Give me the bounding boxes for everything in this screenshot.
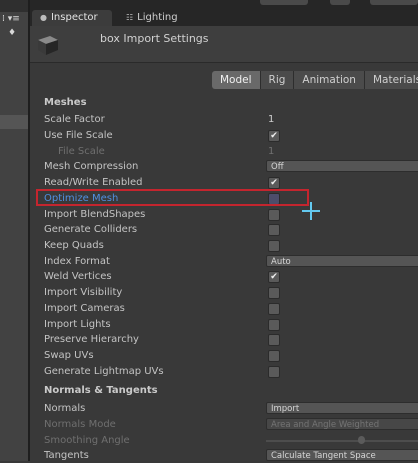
meshes-section: Meshes [44,95,418,110]
index-format-dropdown[interactable]: Auto [266,255,418,267]
read-write-enabled-row: Read/Write Enabled ✔ [44,175,418,190]
weld-vertices-row: Weld Vertices ✔ [44,269,418,284]
tab-lighting[interactable]: ☷ Lighting [118,10,198,26]
crosshair-cursor-icon-h [302,210,320,212]
import-tabs: Model Rig Animation Materials [212,71,418,89]
preserve-hierarchy-label: Preserve Hierarchy [44,334,139,345]
info-icon: ● [40,13,47,22]
file-scale-row: File Scale 1 [44,144,418,159]
normals-row: Normals Import [44,401,418,416]
tag-icon: ♦ [8,28,17,38]
toolbar-button[interactable] [260,0,308,5]
generate-lightmap-uvs-row: Generate Lightmap UVs [44,364,418,379]
toolbar-button[interactable] [330,0,350,5]
import-visibility-row: Import Visibility [44,285,418,300]
tab-inspector[interactable]: ● Inspector [32,10,112,26]
weld-vertices-label: Weld Vertices [44,271,112,282]
file-scale-label: File Scale [58,146,105,157]
generate-colliders-label: Generate Colliders [44,224,138,235]
normals-tangents-heading: Normals & Tangents [44,385,158,396]
normals-mode-dropdown: Area and Angle Weighted [266,418,418,430]
import-lights-checkbox[interactable] [268,319,280,331]
preserve-hierarchy-checkbox[interactable] [268,334,280,346]
index-format-label: Index Format [44,256,110,267]
import-cameras-label: Import Cameras [44,303,125,314]
tab-lighting-label: Lighting [137,12,178,23]
import-blendshapes-row: Import BlendShapes [44,207,418,222]
highlight-annotation-box [36,189,309,206]
tab-animation[interactable]: Animation [294,71,365,89]
import-settings-header: box Import Settings [30,26,418,63]
use-file-scale-label: Use File Scale [44,130,113,141]
use-file-scale-checkbox[interactable]: ✔ [268,130,280,142]
import-visibility-label: Import Visibility [44,287,123,298]
preserve-hierarchy-row: Preserve Hierarchy [44,332,418,347]
file-scale-field: 1 [268,146,275,157]
smoothing-angle-label: Smoothing Angle [44,435,130,446]
read-write-enabled-label: Read/Write Enabled [44,177,143,188]
scale-factor-row: Scale Factor 1 [44,112,418,127]
import-cameras-checkbox[interactable] [268,303,280,315]
swap-uvs-checkbox[interactable] [268,350,280,362]
smoothing-angle-slider-knob [358,436,365,444]
read-write-enabled-checkbox[interactable]: ✔ [268,177,280,189]
page-title: box Import Settings [100,32,209,45]
mesh-compression-dropdown[interactable]: Off [266,160,418,172]
keep-quads-row: Keep Quads [44,238,418,253]
normals-mode-label: Normals Mode [44,419,116,430]
import-visibility-checkbox[interactable] [268,287,280,299]
smoothing-angle-row: Smoothing Angle [44,433,418,448]
normals-dropdown[interactable]: Import [266,402,418,414]
tab-rig[interactable]: Rig [260,71,295,89]
tab-bar: ● Inspector ☷ Lighting [30,0,418,26]
normals-label: Normals [44,403,86,414]
import-lights-label: Import Lights [44,319,111,330]
keep-quads-label: Keep Quads [44,240,104,251]
normals-tangents-section: Normals & Tangents [44,383,418,398]
mesh-compression-label: Mesh Compression [44,161,139,172]
tab-model[interactable]: Model [212,71,261,89]
tab-materials[interactable]: Materials [364,71,418,89]
mesh-compression-row: Mesh Compression Off [44,159,418,174]
import-lights-row: Import Lights [44,317,418,332]
generate-colliders-row: Generate Colliders [44,222,418,237]
normals-mode-row: Normals Mode Area and Angle Weighted [44,417,418,432]
smoothing-angle-slider-track [266,440,418,442]
hierarchy-panel-strip: ⁞ ▾≡ ♦ [0,0,28,461]
mesh-asset-icon [38,36,58,55]
meshes-heading: Meshes [44,97,87,108]
scale-factor-field[interactable]: 1 [268,112,274,127]
generate-lightmap-uvs-label: Generate Lightmap UVs [44,366,164,377]
panel-menu-icon[interactable]: ⁞ ▾≡ [2,14,20,24]
hierarchy-selected-row[interactable] [0,115,28,129]
import-blendshapes-checkbox[interactable] [268,209,280,221]
keep-quads-checkbox[interactable] [268,240,280,252]
import-cameras-row: Import Cameras [44,301,418,316]
generate-lightmap-uvs-checkbox[interactable] [268,366,280,378]
swap-uvs-label: Swap UVs [44,350,94,361]
import-blendshapes-label: Import BlendShapes [44,209,146,220]
tab-inspector-label: Inspector [50,12,98,23]
toolbar-button[interactable] [370,0,418,5]
generate-colliders-checkbox[interactable] [268,224,280,236]
hierarchy-panel-top [0,0,28,12]
use-file-scale-row: Use File Scale ✔ [44,128,418,143]
scale-factor-label: Scale Factor [44,114,105,125]
tangents-dropdown[interactable]: Calculate Tangent Space [266,449,418,461]
index-format-row: Index Format Auto [44,254,418,269]
swap-uvs-row: Swap UVs [44,348,418,363]
weld-vertices-checkbox[interactable]: ✔ [268,271,280,283]
lighting-icon: ☷ [126,13,134,22]
